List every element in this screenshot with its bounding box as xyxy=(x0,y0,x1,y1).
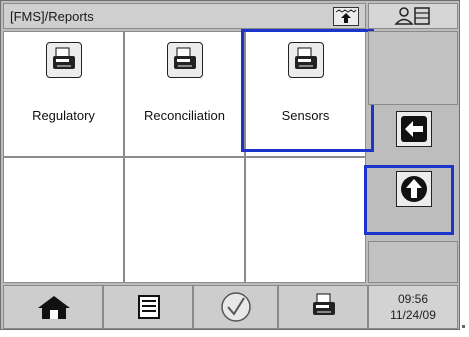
clock-time: 09:56 xyxy=(397,292,429,306)
user-list-icon xyxy=(394,7,430,25)
empty-tile xyxy=(124,157,245,283)
checkmark-icon xyxy=(221,292,251,322)
left-arrow-icon xyxy=(401,116,427,142)
side-blank-top xyxy=(368,31,458,105)
app-screen: [FMS]/Reports Regulatory Reconciliation … xyxy=(0,0,460,330)
printer-icon xyxy=(45,42,82,78)
report-tile-regulatory[interactable]: Regulatory xyxy=(3,31,124,157)
report-label-reconciliation: Reconciliation xyxy=(144,108,225,123)
list-button[interactable] xyxy=(103,285,193,329)
bottom-bar: 09:56 11/24/09 xyxy=(3,285,458,329)
confirm-button[interactable] xyxy=(193,285,278,329)
up-folder-icon[interactable] xyxy=(333,7,359,26)
home-icon xyxy=(38,296,70,319)
user-list-button[interactable] xyxy=(368,3,458,29)
back-button[interactable] xyxy=(396,111,432,147)
up-highlight-box xyxy=(364,165,454,235)
report-label-regulatory: Regulatory xyxy=(32,108,95,123)
list-icon xyxy=(138,295,160,319)
stray-dot xyxy=(462,325,465,328)
printer-icon xyxy=(166,42,203,78)
title-bar: [FMS]/Reports xyxy=(3,3,366,29)
clock-date: 11/24/09 xyxy=(390,308,436,322)
print-button[interactable] xyxy=(278,285,368,329)
empty-tile xyxy=(245,157,366,283)
home-button[interactable] xyxy=(3,285,103,329)
report-grid: Regulatory Reconciliation Sensors xyxy=(3,29,374,283)
side-panel xyxy=(364,31,458,283)
clock-display: 09:56 11/24/09 xyxy=(368,285,458,329)
empty-tile xyxy=(3,157,124,283)
report-tile-reconciliation[interactable]: Reconciliation xyxy=(124,31,245,157)
printer-icon xyxy=(313,293,335,315)
side-blank-bottom xyxy=(368,241,458,283)
sensors-highlight-box xyxy=(241,29,374,152)
page-title: [FMS]/Reports xyxy=(10,9,94,24)
